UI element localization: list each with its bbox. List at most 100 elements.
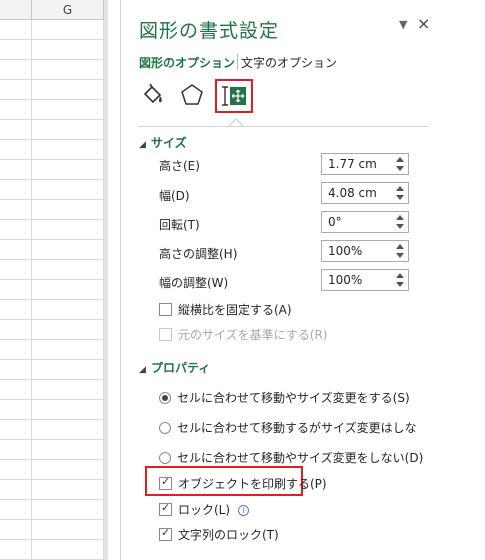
grid-cell[interactable] [0,40,32,60]
grid-row[interactable] [0,500,104,520]
grid-cell[interactable] [0,340,32,360]
width-value[interactable]: 4.08 cm [328,186,377,200]
pane-options-icon[interactable]: ▼ [399,18,407,31]
grid-cell[interactable] [32,100,104,120]
grid-row[interactable] [0,280,104,300]
rotation-value[interactable]: 0° [328,215,342,229]
locked-checkbox[interactable]: ロック(L) i [159,501,250,518]
grid-cell[interactable] [32,300,104,320]
grid-cell[interactable] [32,540,104,560]
print-object-checkbox[interactable]: オブジェクトを印刷する(P) [159,475,327,492]
spin-arrows-icon[interactable] [396,185,404,201]
grid-row[interactable] [0,100,104,120]
size-section-header[interactable]: ◢ サイズ [139,134,187,151]
radio-dot[interactable] [159,422,171,434]
width-spinner[interactable]: 4.08 cm [321,182,409,204]
grid-cell[interactable] [0,180,32,200]
grid-row[interactable] [0,300,104,320]
grid-cell[interactable] [0,140,32,160]
checkbox-box[interactable] [159,303,172,316]
grid-cell[interactable] [32,340,104,360]
grid-row[interactable] [0,240,104,260]
grid-cell[interactable] [32,420,104,440]
grid-cell[interactable] [32,140,104,160]
grid-cell[interactable] [0,400,32,420]
grid-cell[interactable] [0,120,32,140]
grid-cell[interactable] [32,20,104,40]
grid-row[interactable] [0,80,104,100]
grid-cell[interactable] [0,500,32,520]
grid-row[interactable] [0,380,104,400]
close-icon[interactable]: × [417,14,430,33]
grid-row[interactable] [0,40,104,60]
lock-aspect-checkbox[interactable]: 縦横比を固定する(A) [159,301,292,318]
grid-cell[interactable] [0,380,32,400]
spin-arrows-icon[interactable] [396,243,404,259]
info-icon[interactable]: i [238,505,250,516]
grid-row[interactable] [0,60,104,80]
grid-cell[interactable] [32,160,104,180]
grid-cell[interactable] [32,120,104,140]
grid-row[interactable] [0,480,104,500]
lock-text-checkbox[interactable]: 文字列のロック(T) [159,526,279,543]
grid-row[interactable] [0,220,104,240]
grid-cell[interactable] [32,80,104,100]
grid-cell[interactable] [0,280,32,300]
grid-cell[interactable] [32,460,104,480]
grid-row[interactable] [0,320,104,340]
grid-cell[interactable] [0,480,32,500]
grid-row[interactable] [0,180,104,200]
grid-row[interactable] [0,460,104,480]
grid-row[interactable] [0,420,104,440]
grid-cell[interactable] [0,540,32,560]
grid-cell[interactable] [0,80,32,100]
grid-cell[interactable] [0,100,32,120]
radio-move-and-size[interactable]: セルに合わせて移動やサイズ変更をする(S) [159,389,410,406]
spin-arrows-icon[interactable] [396,156,404,172]
grid-cell[interactable] [0,300,32,320]
effects-icon[interactable] [177,80,207,110]
radio-dot[interactable] [159,392,171,404]
scale-height-value[interactable]: 100% [328,244,362,258]
grid-cell[interactable] [0,360,32,380]
grid-cell[interactable] [32,260,104,280]
grid-row[interactable] [0,360,104,380]
grid-cell[interactable] [32,40,104,60]
grid-row[interactable] [0,540,104,560]
grid-cell[interactable] [32,520,104,540]
height-spinner[interactable]: 1.77 cm [321,153,409,175]
grid-cell[interactable] [0,420,32,440]
grid-row[interactable] [0,400,104,420]
radio-move-not-size[interactable]: セルに合わせて移動するがサイズ変更はしな [159,419,417,436]
checkbox-box[interactable] [159,501,172,516]
grid-row[interactable] [0,20,104,40]
grid-cell[interactable] [0,520,32,540]
grid-row[interactable] [0,520,104,540]
grid-cell[interactable] [0,320,32,340]
grid-row[interactable] [0,260,104,280]
tab-text-options[interactable]: 文字のオプション [241,54,337,71]
grid-row[interactable] [0,340,104,360]
grid-cell[interactable] [0,460,32,480]
scale-width-value[interactable]: 100% [328,273,362,287]
height-value[interactable]: 1.77 cm [328,157,377,171]
grid-row[interactable] [0,120,104,140]
spin-arrows-icon[interactable] [396,272,404,288]
size-properties-icon[interactable] [215,79,253,113]
grid-cell[interactable] [0,60,32,80]
grid-cell[interactable] [32,200,104,220]
grid-cell[interactable] [32,400,104,420]
grid-cell[interactable] [0,200,32,220]
checkbox-box[interactable] [159,526,172,541]
spreadsheet-grid[interactable]: G [0,0,108,560]
grid-cell[interactable] [32,280,104,300]
grid-cell[interactable] [32,360,104,380]
grid-cell[interactable] [0,20,32,40]
scale-width-spinner[interactable]: 100% [321,269,409,291]
checkbox-box[interactable] [159,475,172,490]
grid-cell[interactable] [32,320,104,340]
grid-row[interactable] [0,160,104,180]
grid-row[interactable] [0,140,104,160]
grid-cell[interactable] [0,220,32,240]
properties-section-header[interactable]: ◢ プロパティ [139,359,210,376]
